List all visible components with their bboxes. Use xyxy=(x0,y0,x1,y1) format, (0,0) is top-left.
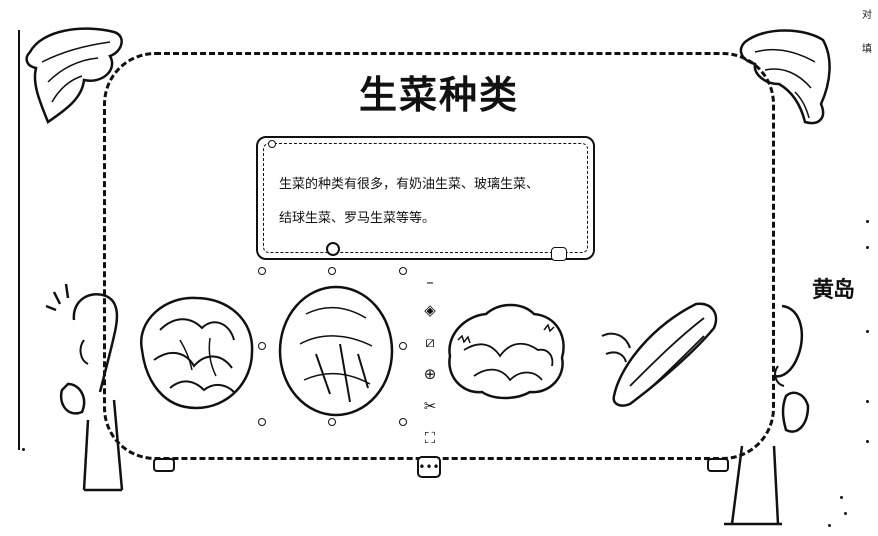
text-box-selected[interactable]: 生菜的种类有很多，有奶油生菜、玻璃生菜、 结球生菜、罗马生菜等等。 xyxy=(256,136,595,260)
butter-lettuce-image[interactable] xyxy=(130,290,260,420)
right-dot-3 xyxy=(866,330,869,333)
romaine-lettuce-image[interactable] xyxy=(600,296,724,412)
frisee-lettuce-image[interactable] xyxy=(444,300,568,404)
magic-tools-icon[interactable]: ✂ xyxy=(418,394,442,418)
image-handle-top-right[interactable] xyxy=(399,267,407,275)
right-dot-6 xyxy=(840,496,843,499)
textbox-handle-top-left[interactable] xyxy=(268,140,276,148)
frame-tab-left xyxy=(153,458,175,472)
right-dot-2 xyxy=(866,246,869,249)
layers-icon[interactable]: ◈ xyxy=(418,298,442,322)
image-handle-bottom-middle[interactable] xyxy=(328,418,336,426)
body-line-2: 结球生菜、罗马生菜等等。 xyxy=(279,211,436,226)
textbox-resize-handle[interactable] xyxy=(551,247,567,261)
fullscreen-icon[interactable]: ⛶ xyxy=(418,426,442,450)
right-logo-text: 黄岛 xyxy=(812,278,855,303)
frame-tab-right xyxy=(707,458,729,472)
slide-title: 生菜种类 xyxy=(358,73,519,117)
image-handle-bottom-left[interactable] xyxy=(258,418,266,426)
iceberg-lettuce-image[interactable] xyxy=(276,284,396,422)
text-box-content[interactable]: 生菜的种类有很多，有奶油生菜、玻璃生菜、 结球生菜、罗马生菜等等。 xyxy=(279,168,579,236)
right-dot-5 xyxy=(866,440,869,443)
zoom-in-icon[interactable]: ⊕ xyxy=(418,362,442,386)
right-dot-7 xyxy=(844,512,847,515)
body-line-1: 生菜的种类有很多，有奶油生菜、玻璃生菜、 xyxy=(279,177,540,192)
textbox-rotate-handle[interactable] xyxy=(326,242,340,256)
image-handle-middle-left[interactable] xyxy=(258,342,266,350)
image-handle-top-middle[interactable] xyxy=(328,267,336,275)
more-options-button[interactable]: ••• xyxy=(417,456,441,478)
right-dot-4 xyxy=(866,400,869,403)
crop-icon[interactable]: ⧄ xyxy=(418,330,442,354)
right-dot-8 xyxy=(828,524,831,527)
image-handle-middle-right[interactable] xyxy=(399,342,407,350)
right-panel-char-second: 填 xyxy=(862,44,872,55)
right-panel-char-top: 对 xyxy=(862,10,872,21)
image-handle-top-left[interactable] xyxy=(258,267,266,275)
right-dot-1 xyxy=(866,220,869,223)
minus-icon[interactable]: – xyxy=(418,270,442,294)
image-handle-bottom-right[interactable] xyxy=(399,418,407,426)
left-dot xyxy=(22,448,25,451)
